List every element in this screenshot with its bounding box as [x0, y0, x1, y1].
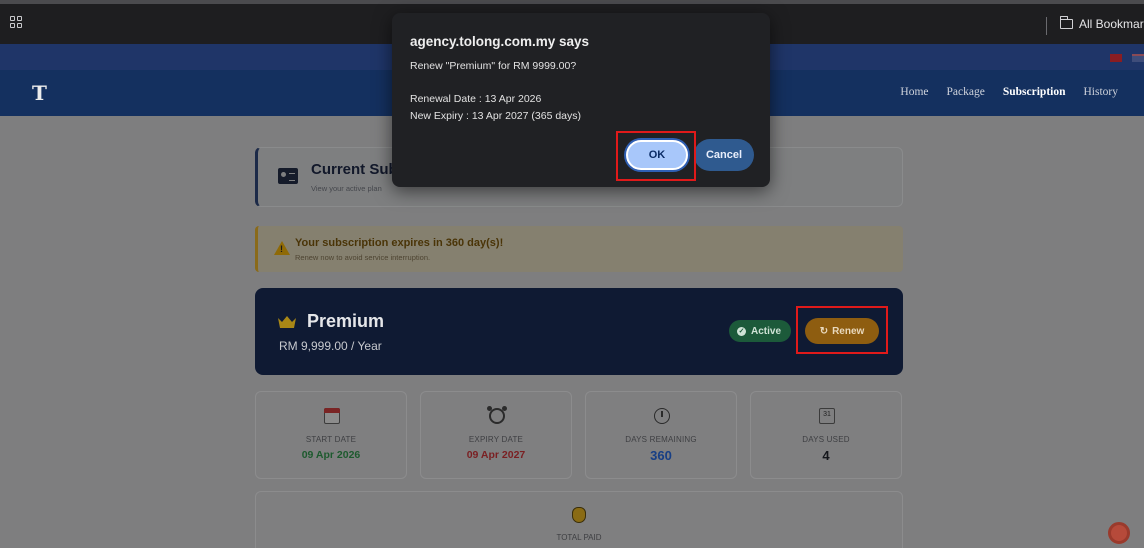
dialog-message: Renew "Premium" for RM 9999.00? — [410, 60, 577, 72]
stat-card-days-remaining: DAYS REMAINING 360 — [585, 391, 737, 479]
money-bag-icon — [572, 507, 586, 523]
nav-subscription-link[interactable]: Subscription — [1003, 86, 1066, 98]
stat-value: 09 Apr 2026 — [301, 449, 361, 461]
highlight-box-ok — [616, 131, 696, 181]
stat-label: EXPIRY DATE — [468, 435, 524, 444]
stat-value: 09 Apr 2027 — [466, 449, 526, 461]
alarm-clock-icon — [487, 406, 507, 424]
stat-value: 4 — [822, 448, 830, 463]
stat-card-start-date: START DATE 09 Apr 2026 — [255, 391, 407, 479]
subscription-title: Current Sub — [311, 161, 398, 178]
check-circle-icon: ✓ — [737, 326, 746, 336]
warning-icon — [274, 241, 290, 255]
cancel-button[interactable]: Cancel — [694, 139, 754, 171]
total-paid-card: TOTAL PAID — [255, 491, 903, 548]
dialog-title: agency.tolong.com.my says — [410, 34, 590, 49]
expiry-warning-banner: Your subscription expires in 360 day(s)!… — [255, 226, 903, 272]
chinese-flag-icon[interactable] — [1110, 54, 1122, 62]
status-badge-label: Active — [751, 325, 782, 337]
warning-title: Your subscription expires in 360 day(s)! — [295, 237, 504, 249]
bookmarks-divider — [1046, 17, 1047, 35]
dialog-renewal-date: Renewal Date : 13 Apr 2026 — [410, 93, 542, 105]
folder-icon — [1059, 16, 1073, 29]
dialog-new-expiry: New Expiry : 13 Apr 2027 (365 days) — [410, 110, 582, 122]
nav-history-link[interactable]: History — [1084, 86, 1119, 98]
help-chat-button[interactable] — [1108, 522, 1130, 544]
plan-price: RM 9,999.00 / Year — [279, 339, 382, 353]
nav-home-link[interactable]: Home — [900, 86, 928, 98]
all-bookmarks-button[interactable]: All Bookmarks — [1059, 16, 1144, 31]
calendar-31-icon: 31 — [819, 408, 835, 424]
nav-links: Home Package Subscription History — [900, 86, 1118, 98]
site-logo[interactable]: T — [32, 81, 47, 105]
stat-label: DAYS REMAINING — [625, 435, 697, 444]
stat-label: START DATE — [305, 435, 357, 444]
clock-icon — [654, 408, 670, 424]
subscription-description: View your active plan — [311, 184, 382, 193]
stat-card-days-used: 31 DAYS USED 4 — [750, 391, 902, 479]
stat-value: 360 — [650, 448, 672, 463]
plan-name: Premium — [307, 311, 385, 331]
confirm-dialog: agency.tolong.com.my says Renew "Premium… — [392, 13, 770, 187]
status-badge: ✓ Active — [729, 320, 792, 342]
nav-package-link[interactable]: Package — [947, 86, 985, 98]
stat-label: DAYS USED — [802, 435, 850, 444]
english-flag-icon[interactable] — [1132, 54, 1144, 62]
stat-card-expiry-date: EXPIRY DATE 09 Apr 2027 — [420, 391, 572, 479]
total-paid-label: TOTAL PAID — [556, 533, 602, 542]
crown-icon — [278, 316, 296, 328]
all-bookmarks-label: All Bookmarks — [1079, 17, 1144, 31]
apps-grid-icon[interactable] — [10, 16, 24, 30]
highlight-box-renew — [796, 306, 888, 354]
warning-subtitle: Renew now to avoid service interruption. — [295, 253, 431, 262]
id-card-icon — [278, 168, 298, 184]
calendar-icon — [323, 407, 340, 424]
